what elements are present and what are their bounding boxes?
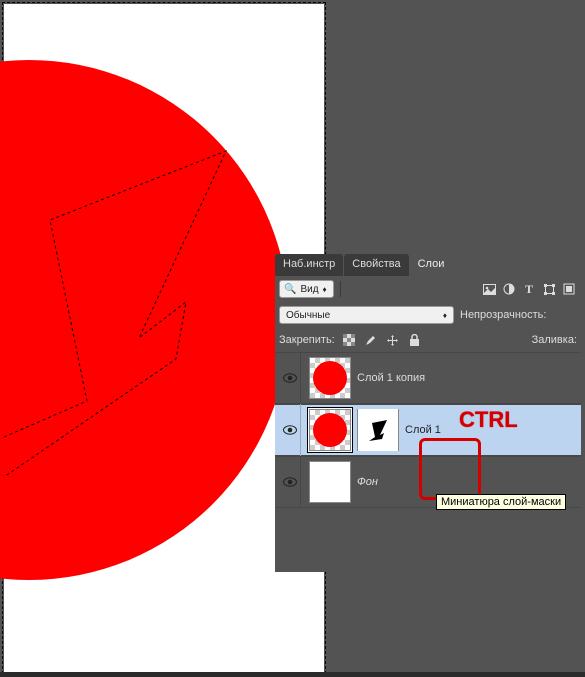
- updown-icon: ♦: [323, 285, 327, 294]
- layers-filter-bar: 🔍 Вид ♦ T: [275, 276, 581, 302]
- opacity-label: Непрозрачность:: [460, 309, 546, 321]
- layer-filter-dropdown[interactable]: 🔍 Вид ♦: [279, 280, 334, 298]
- lock-label: Закрепить:: [279, 334, 335, 346]
- visibility-icon[interactable]: [283, 477, 297, 487]
- layer-name-label: Фон: [357, 476, 378, 488]
- lock-all-icon[interactable]: [407, 332, 423, 348]
- tab-layers[interactable]: Слои: [410, 254, 453, 276]
- lock-move-icon[interactable]: [385, 332, 401, 348]
- layer-mask-thumbnail[interactable]: [357, 409, 399, 451]
- annotation-ctrl-label: CTRL: [459, 407, 518, 433]
- blend-bar: Обычные ♦ Непрозрачность:: [275, 302, 581, 328]
- layers-panel: Наб.инстр Свойства Слои 🔍 Вид ♦ T Обычны…: [275, 254, 581, 572]
- layer-row[interactable]: Слой 1: [275, 404, 581, 456]
- filter-shape-icon[interactable]: [541, 281, 557, 297]
- fill-label: Заливка:: [532, 334, 577, 346]
- divider: [340, 281, 341, 297]
- panel-tabs: Наб.инстр Свойства Слои: [275, 254, 581, 276]
- lock-transparency-icon[interactable]: [341, 332, 357, 348]
- filter-view-label: Вид: [300, 284, 318, 295]
- mask-tooltip: Миниатюра слой-маски: [436, 494, 566, 510]
- layer-thumbnail[interactable]: [309, 409, 351, 451]
- visibility-icon[interactable]: [283, 373, 297, 383]
- filter-text-icon[interactable]: T: [521, 281, 537, 297]
- frame-bottom: [0, 672, 585, 677]
- layers-list: Слой 1 копия Слой 1 Фон: [275, 352, 581, 508]
- lock-bar: Закрепить: Заливка:: [275, 328, 581, 352]
- search-icon: 🔍: [284, 284, 296, 295]
- layer-name-label: Слой 1: [405, 424, 441, 436]
- layer-thumbnail[interactable]: [309, 357, 351, 399]
- blend-mode-dropdown[interactable]: Обычные ♦: [279, 306, 454, 324]
- blend-mode-value: Обычные: [286, 310, 330, 321]
- updown-icon: ♦: [443, 311, 447, 320]
- tab-properties[interactable]: Свойства: [344, 254, 408, 276]
- layer-thumbnail[interactable]: [309, 461, 351, 503]
- filter-smart-icon[interactable]: [561, 281, 577, 297]
- layer-name-label: Слой 1 копия: [357, 372, 425, 384]
- visibility-icon[interactable]: [283, 425, 297, 435]
- filter-adjust-icon[interactable]: [501, 281, 517, 297]
- filter-image-icon[interactable]: [481, 281, 497, 297]
- tab-tool-presets[interactable]: Наб.инстр: [275, 254, 343, 276]
- lock-brush-icon[interactable]: [363, 332, 379, 348]
- layer-row[interactable]: Слой 1 копия: [275, 352, 581, 404]
